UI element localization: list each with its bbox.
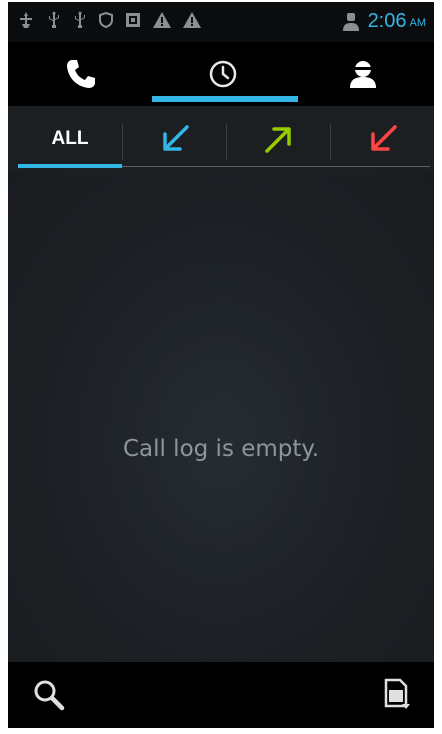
filter-all[interactable]: ALL [18, 106, 122, 172]
call-log-list[interactable]: Call log is empty. [8, 174, 434, 662]
warning-icon [153, 12, 171, 28]
status-bar: 2:06 AM [8, 2, 434, 42]
search-icon [34, 680, 65, 711]
usb-debug-icon [20, 12, 32, 28]
search-button[interactable] [26, 672, 72, 718]
bottom-action-bar [8, 662, 434, 728]
filter-outgoing[interactable] [227, 106, 331, 172]
sim-icon [126, 13, 140, 27]
selected-filter-indicator [18, 164, 122, 168]
filter-missed[interactable] [331, 106, 434, 172]
status-clock: 2:06 AM [368, 8, 426, 36]
missed-call-icon [371, 125, 397, 151]
tab-contacts[interactable] [292, 42, 434, 106]
clock-icon [209, 60, 237, 88]
contacts-icon [350, 61, 376, 88]
filter-incoming[interactable] [123, 106, 227, 172]
top-tab-bar [8, 42, 434, 106]
menu-icon [384, 678, 410, 709]
account-icon [342, 13, 359, 31]
clock-time: 2:06 [367, 10, 407, 32]
status-icons [16, 10, 202, 30]
menu-button[interactable] [374, 672, 420, 718]
outgoing-call-icon [265, 127, 291, 153]
empty-message: Call log is empty. [122, 436, 320, 462]
shield-icon [99, 11, 113, 29]
status-right: 2:06 AM [342, 8, 426, 36]
filter-all-label: ALL [51, 128, 89, 149]
phone-screen: 2:06 AM ALL Call log is empty. [8, 2, 434, 728]
usb-icon [49, 11, 59, 28]
tab-dialer[interactable] [10, 42, 152, 106]
usb-icon [75, 11, 85, 28]
incoming-call-icon [163, 125, 189, 151]
clock-ampm: AM [409, 17, 427, 29]
selected-tab-indicator [152, 96, 298, 102]
warning-icon [183, 12, 201, 28]
phone-icon [67, 60, 95, 88]
